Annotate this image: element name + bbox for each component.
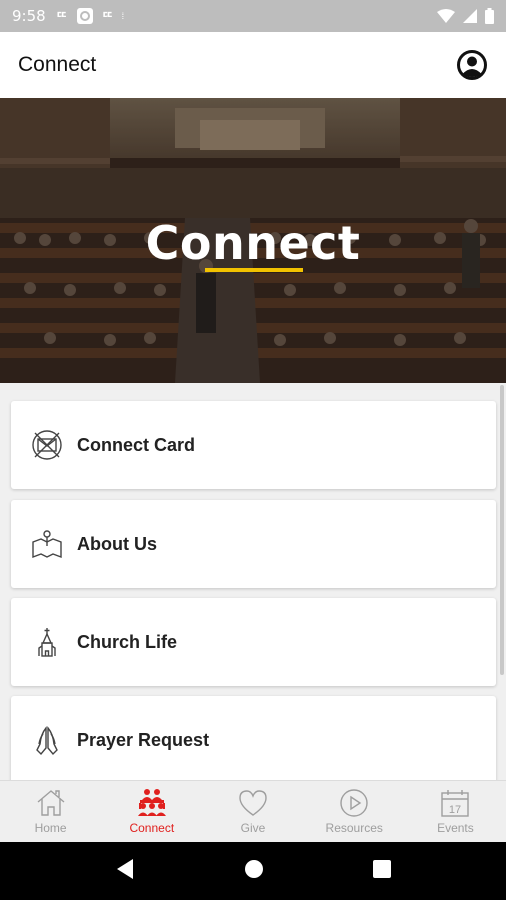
status-bar: 9:58 ᄄ ᄄ ⁞ [0, 0, 506, 32]
tab-connect[interactable]: Connect [101, 781, 202, 842]
menu-item-about-us[interactable]: About Us [11, 500, 496, 588]
tab-label: Give [240, 821, 266, 835]
praying-hands-icon [31, 724, 63, 756]
church-icon [31, 626, 63, 658]
bottom-tab-bar: Home Connect Give Resources 17 Events [0, 780, 506, 842]
tab-events[interactable]: 17 Events [405, 781, 506, 842]
system-nav-bar [0, 842, 506, 900]
menu-item-church-life[interactable]: Church Life [11, 598, 496, 686]
notification-icon-2: ᄄ [101, 9, 114, 25]
map-pin-icon [31, 528, 63, 560]
menu-item-label: Prayer Request [77, 729, 210, 750]
heart-icon [239, 790, 267, 816]
battery-icon [485, 8, 494, 24]
tab-home[interactable]: Home [0, 781, 101, 842]
tab-label: Home [34, 821, 67, 835]
status-time: 9:58 [12, 7, 46, 25]
tab-label: Connect [129, 821, 175, 835]
envelope-x-icon [31, 429, 63, 461]
menu-item-connect-card[interactable]: Connect Card [11, 401, 496, 489]
wifi-icon [437, 9, 455, 23]
hero-banner: Connect [0, 98, 506, 383]
hero-title-underline [205, 268, 303, 272]
tab-give[interactable]: Give [202, 781, 303, 842]
calendar-day-number: 17 [449, 804, 461, 816]
signal-icon [463, 9, 477, 23]
page-title: Connect [18, 53, 97, 76]
recents-icon[interactable] [373, 859, 392, 883]
tab-resources[interactable]: Resources [304, 781, 405, 842]
dot-icon: ⁞ [121, 11, 125, 21]
notification-icon: ᄄ [55, 9, 68, 25]
home-button-icon[interactable] [244, 859, 264, 884]
calendar-icon: 17 [441, 790, 470, 817]
back-icon[interactable] [115, 858, 135, 885]
scrollbar[interactable] [500, 385, 504, 675]
menu-list: Connect Card About Us Church Life Prayer… [0, 383, 506, 780]
home-icon [37, 790, 65, 816]
app-bar: Connect [0, 32, 506, 98]
menu-item-label: About Us [77, 533, 157, 554]
menu-item-label: Connect Card [77, 434, 196, 455]
people-icon [137, 789, 166, 816]
hero-title: Connect [145, 216, 361, 270]
menu-item-label: Church Life [77, 631, 178, 652]
notification-circle-icon [76, 7, 94, 25]
tab-label: Events [437, 821, 474, 835]
menu-item-prayer-request[interactable]: Prayer Request [11, 696, 496, 780]
play-circle-icon [340, 789, 368, 817]
profile-icon[interactable] [456, 49, 488, 81]
tab-label: Resources [325, 821, 383, 835]
